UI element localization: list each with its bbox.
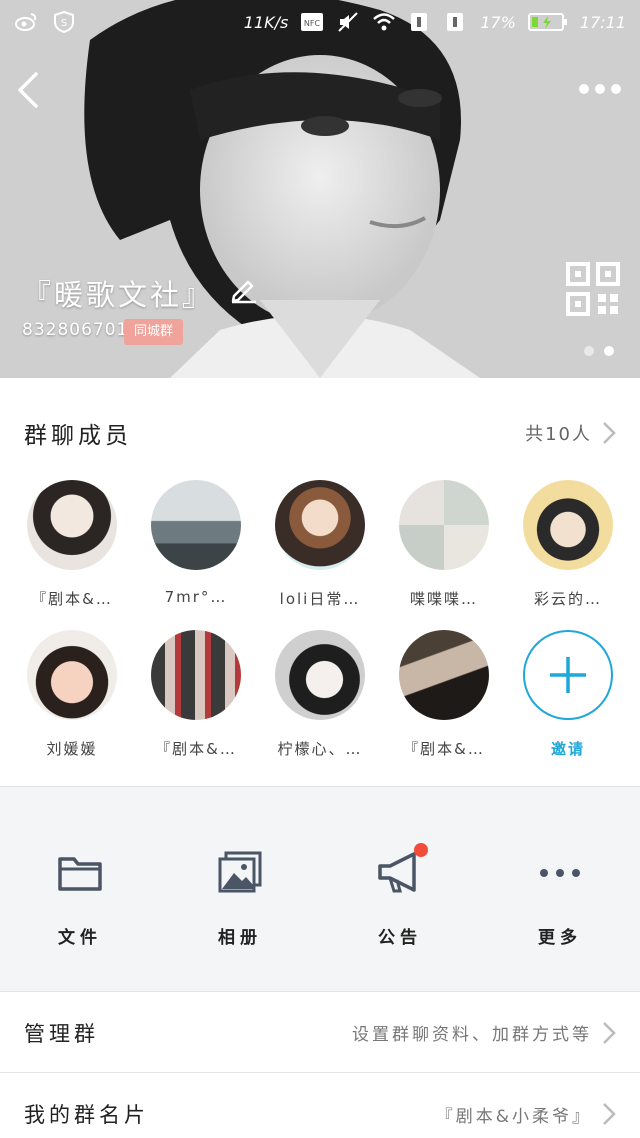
notice-button[interactable]: 公告 xyxy=(320,787,480,991)
clock: 17:11 xyxy=(579,12,626,32)
sim1-signal-icon xyxy=(411,13,428,31)
album-button[interactable]: 相册 xyxy=(160,787,320,991)
member-name: 『剧本&… xyxy=(155,740,237,758)
more-dots-icon xyxy=(540,869,580,877)
svg-text:NFC: NFC xyxy=(304,19,321,28)
avatar xyxy=(151,630,241,720)
manage-group-label: 管理群 xyxy=(24,1021,99,1046)
member-item[interactable]: 『剧本&… xyxy=(382,620,506,770)
city-group-badge: 同城群 xyxy=(124,319,184,345)
more-button[interactable]: 更多 xyxy=(480,787,640,991)
more-menu-icon[interactable] xyxy=(578,82,622,96)
shield-icon: S xyxy=(54,11,74,33)
member-name: 柠檬心、… xyxy=(277,740,363,758)
member-name: 『剧本&… xyxy=(403,740,485,758)
member-item[interactable]: 『剧本&… xyxy=(10,470,134,620)
chevron-right-icon xyxy=(603,1103,616,1125)
member-name: 7mr°… xyxy=(164,588,228,606)
network-speed: 11K/s xyxy=(243,12,289,32)
more-label: 更多 xyxy=(538,928,582,948)
notice-icon-wrap xyxy=(376,843,428,897)
folder-icon xyxy=(58,857,102,891)
avatar xyxy=(275,480,365,570)
avatar xyxy=(275,630,365,720)
member-item[interactable]: 彩云的… xyxy=(506,470,630,620)
group-name: 『暖歌文社』 xyxy=(22,278,215,312)
member-item[interactable]: 刘媛媛 xyxy=(10,620,134,770)
member-item[interactable]: 喋喋喋… xyxy=(382,470,506,620)
avatar xyxy=(151,480,241,570)
member-name: 喋喋喋… xyxy=(409,590,478,608)
group-tools: 文件 相册 公告 更多 xyxy=(0,786,640,992)
members-grid: 『剧本&… 7mr°… loli日常… 喋喋喋… 彩云的… 刘媛媛 『剧本&… … xyxy=(0,470,640,780)
files-button[interactable]: 文件 xyxy=(0,787,160,991)
member-item[interactable]: 7mr°… xyxy=(134,470,258,620)
member-item[interactable]: 柠檬心、… xyxy=(258,620,382,770)
back-arrow-icon[interactable] xyxy=(14,70,42,110)
files-label: 文件 xyxy=(58,928,102,948)
invite-plus-button[interactable] xyxy=(523,630,613,720)
photo-album-icon xyxy=(218,851,262,893)
nfc-icon: NFC xyxy=(301,13,324,31)
avatar xyxy=(399,630,489,720)
member-name: 彩云的… xyxy=(533,590,602,608)
group-number: 832806701 xyxy=(22,320,129,340)
group-cover[interactable]: S 11K/s NFC 17% 17:11 『暖歌文社』 832806701 同… xyxy=(0,0,640,378)
manage-group-row[interactable]: 管理群 设置群聊资料、加群方式等 xyxy=(0,993,640,1073)
member-name: 刘媛媛 xyxy=(46,740,98,758)
chevron-right-icon xyxy=(603,422,616,444)
members-title: 群聊成员 xyxy=(24,423,132,449)
battery-level: 17% xyxy=(480,12,516,32)
qr-code-icon[interactable] xyxy=(566,262,620,316)
avatar xyxy=(27,480,117,570)
invite-label: 邀请 xyxy=(550,740,585,758)
my-group-card-row[interactable]: 我的群名片 『剧本&小柔爷』 xyxy=(0,1074,640,1138)
member-name: loli日常… xyxy=(279,590,361,608)
my-group-card-label: 我的群名片 xyxy=(24,1103,149,1127)
invite-member-button[interactable]: 邀请 xyxy=(506,620,630,770)
chevron-right-icon xyxy=(603,1021,616,1044)
album-label: 相册 xyxy=(218,928,262,948)
pager-dot xyxy=(584,346,594,356)
member-item[interactable]: loli日常… xyxy=(258,470,382,620)
cover-pager xyxy=(584,346,614,356)
manage-group-value: 设置群聊资料、加群方式等 xyxy=(352,1025,592,1045)
edit-pencil-icon[interactable] xyxy=(228,274,258,304)
member-name: 『剧本&… xyxy=(31,590,113,608)
plus-icon xyxy=(550,657,586,693)
sim2-signal-icon xyxy=(447,13,464,31)
notice-unread-dot xyxy=(414,843,428,857)
status-bar: S 11K/s NFC 17% 17:11 xyxy=(0,0,640,44)
battery-icon xyxy=(527,13,567,31)
notice-label: 公告 xyxy=(378,928,422,948)
wifi-icon xyxy=(373,13,396,31)
pager-dot-active xyxy=(604,346,614,356)
mute-icon xyxy=(338,12,359,32)
svg-text:S: S xyxy=(61,18,67,29)
members-count: 共10人 xyxy=(525,424,592,445)
member-item[interactable]: 『剧本&… xyxy=(134,620,258,770)
avatar xyxy=(27,630,117,720)
avatar xyxy=(523,480,613,570)
avatar xyxy=(399,480,489,570)
weibo-icon xyxy=(15,13,37,31)
my-group-card-value: 『剧本&小柔爷』 xyxy=(435,1106,592,1127)
